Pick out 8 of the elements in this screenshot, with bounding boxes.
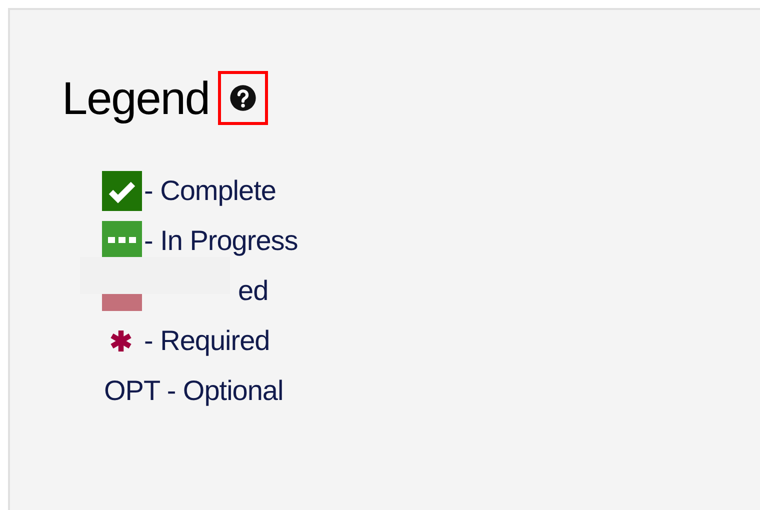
legend-label: OPT - Optional <box>104 375 284 407</box>
help-icon[interactable] <box>228 84 256 112</box>
check-icon <box>102 171 142 211</box>
legend-label: - In Progress <box>144 225 298 257</box>
legend-label: - Required <box>144 325 270 357</box>
legend-label: ed <box>238 275 268 307</box>
legend-label: - Complete <box>144 175 276 207</box>
legend-title: Legend <box>62 71 210 125</box>
